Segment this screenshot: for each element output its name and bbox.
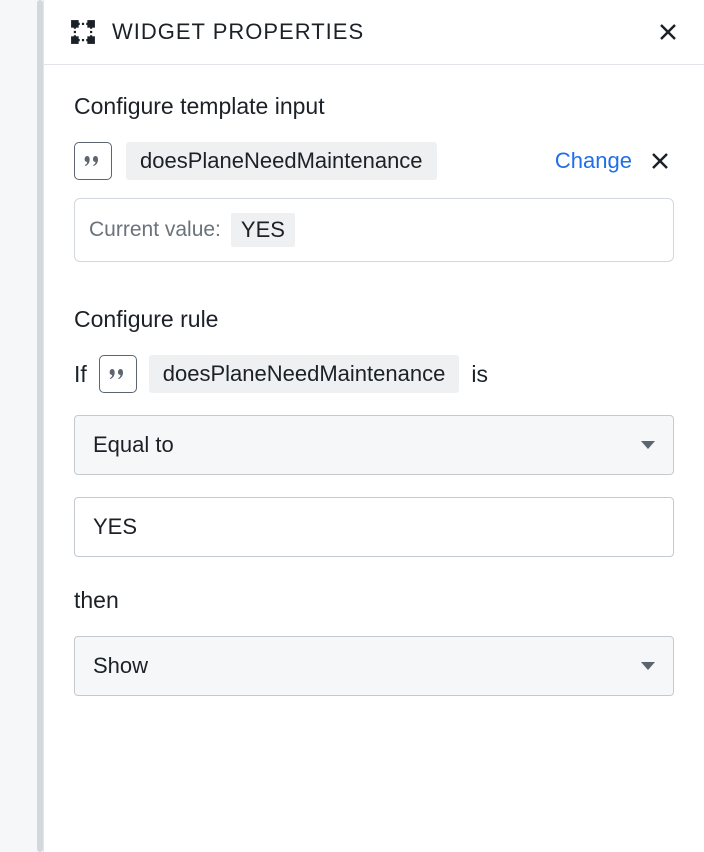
close-icon [650,151,670,171]
panel-body: Configure template input doesPlaneNeedMa… [44,65,704,748]
chevron-down-icon [641,441,655,449]
panel-header: WIDGET PROPERTIES [44,0,704,65]
then-label: then [74,587,674,614]
left-gutter [0,0,44,852]
rule-section-title: Configure rule [74,306,674,333]
current-value-box: Current value: YES [74,198,674,262]
quote-icon [83,151,103,171]
widget-icon [70,19,96,45]
string-type-badge [74,142,112,180]
rule-if-row: If doesPlaneNeedMaintenance is [74,355,674,393]
rule-variable-chip[interactable]: doesPlaneNeedMaintenance [149,355,460,393]
change-button[interactable]: Change [555,148,632,174]
chevron-down-icon [641,662,655,670]
widget-properties-panel: WIDGET PROPERTIES Configure template inp… [44,0,704,852]
rule-value-input[interactable] [74,497,674,557]
template-variable-chip[interactable]: doesPlaneNeedMaintenance [126,142,437,180]
close-button[interactable] [654,18,682,46]
current-value: YES [231,213,295,247]
string-type-badge [99,355,137,393]
if-label: If [74,361,87,388]
is-label: is [471,361,488,388]
quote-icon [108,364,128,384]
action-select[interactable]: Show [74,636,674,696]
template-input-section-title: Configure template input [74,93,674,120]
remove-input-button[interactable] [646,147,674,175]
panel-title: WIDGET PROPERTIES [112,19,654,45]
action-value: Show [93,653,148,679]
operator-select[interactable]: Equal to [74,415,674,475]
divider-bar[interactable] [37,0,43,852]
close-icon [658,22,678,42]
operator-value: Equal to [93,432,174,458]
template-input-row: doesPlaneNeedMaintenance Change [74,142,674,180]
current-value-label: Current value: [89,218,221,242]
